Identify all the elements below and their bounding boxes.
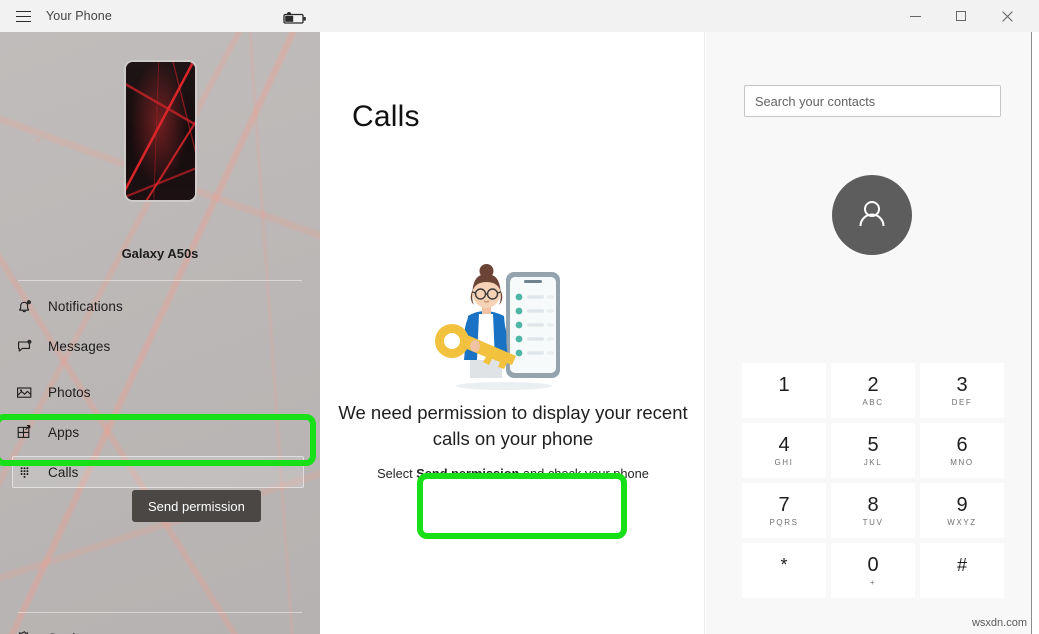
dialpad-digit: 4 <box>778 433 790 456</box>
window-controls <box>892 0 1030 32</box>
dialpad-digit: # <box>956 554 967 575</box>
window-right-padding <box>1032 32 1039 634</box>
sidebar-item-photos[interactable]: Photos <box>0 372 320 412</box>
dialpad-key-4[interactable]: 4 GHI <box>742 423 826 478</box>
dialpad-letters: MNO <box>950 457 974 467</box>
woman-with-key-and-phone-illustration <box>435 264 560 390</box>
dialpad-digit: 2 <box>867 373 879 396</box>
sidebar-item-messages[interactable]: Messages <box>0 326 320 366</box>
sidebar-item-label: Apps <box>48 424 80 440</box>
window-right-border <box>1031 32 1032 634</box>
sidebar-item-calls[interactable]: Calls <box>0 452 320 492</box>
avatar <box>832 175 912 255</box>
sidebar-item-label: Settings <box>48 631 98 634</box>
dialpad-key-hash[interactable]: # <box>920 543 1004 598</box>
sidebar-item-label: Notifications <box>48 298 123 314</box>
dialpad-key-7[interactable]: 7 PQRS <box>742 483 826 538</box>
dialpad-digit: * <box>780 554 788 575</box>
dialpad-digit: 6 <box>956 433 968 456</box>
send-permission-button[interactable]: Send permission <box>132 490 261 522</box>
sidebar-item-label: Messages <box>48 338 111 354</box>
dialpad-digit: 8 <box>867 493 879 516</box>
calls-main-panel: Calls We need permission to display your… <box>320 32 705 634</box>
permission-heading: We need permission to display your recen… <box>338 402 688 449</box>
dialpad-letters: + <box>869 577 877 587</box>
dialpad-key-1[interactable]: 1 <box>742 363 826 418</box>
hamburger-menu-icon[interactable] <box>0 0 46 32</box>
sidebar-item-label: Photos <box>48 384 91 400</box>
bell-icon <box>0 298 48 315</box>
search-contacts-box[interactable] <box>744 85 1001 117</box>
dialpad-key-2[interactable]: 2 ABC <box>831 363 915 418</box>
photo-icon <box>0 384 48 401</box>
permission-subtext-bold: Send permission <box>416 466 520 481</box>
sidebar-item-settings[interactable]: Settings <box>0 618 320 634</box>
your-phone-app-window: Your Phone Galaxy A50s Notifications Mes… <box>0 0 1039 634</box>
dialpad-digit: 5 <box>867 433 879 456</box>
dialpad-letters: TUV <box>862 517 884 527</box>
dialpad-key-5[interactable]: 5 JKL <box>831 423 915 478</box>
permission-subtext-prefix: Select <box>377 466 417 481</box>
dialpad-letters: ABC <box>862 397 884 407</box>
title-bar-left: Your Phone <box>0 0 320 32</box>
dialpad-key-9[interactable]: 9 WXYZ <box>920 483 1004 538</box>
dialpad-key-6[interactable]: 6 MNO <box>920 423 1004 478</box>
dialpad-letters: JKL <box>863 457 883 467</box>
dialpad-key-8[interactable]: 8 TUV <box>831 483 915 538</box>
device-name: Galaxy A50s <box>121 246 199 261</box>
maximize-button[interactable] <box>938 1 984 31</box>
gear-icon <box>0 630 48 634</box>
device-wallpaper <box>126 62 195 200</box>
dialpad-digit: 7 <box>778 493 790 516</box>
sidebar-item-label: Calls <box>48 464 79 480</box>
device-thumbnail <box>124 60 197 202</box>
permission-subtext: Select Send permission and check your ph… <box>338 466 688 481</box>
dialpad-key-3[interactable]: 3 DEF <box>920 363 1004 418</box>
search-input[interactable] <box>745 86 1000 116</box>
apps-grid-icon <box>0 424 48 441</box>
dialpad-letters: GHI <box>774 457 794 467</box>
person-icon <box>859 201 885 227</box>
close-button[interactable] <box>984 1 1030 31</box>
battery-charging-icon <box>283 12 306 24</box>
dialpad-digit: 0 <box>867 553 879 576</box>
sidebar-divider-bottom <box>18 612 302 613</box>
dialpad-key-0[interactable]: 0 + <box>831 543 915 598</box>
dialpad-key-star[interactable]: * <box>742 543 826 598</box>
dialpad-letters: PQRS <box>769 517 799 527</box>
page-title: Calls <box>352 100 420 133</box>
dialpad-digit: 9 <box>956 493 968 516</box>
contacts-panel: 1 2 ABC 3 DEF 4 GHI 5 JKL 6 MNO <box>706 32 1031 634</box>
sidebar: Galaxy A50s Notifications Messages Photo… <box>0 32 320 634</box>
dial-pad: 1 2 ABC 3 DEF 4 GHI 5 JKL 6 MNO 7 PQRS 8… <box>742 363 1004 598</box>
dialpad-letters: WXYZ <box>947 517 977 527</box>
dialpad-icon <box>0 464 48 481</box>
sidebar-item-apps[interactable]: Apps <box>0 412 320 452</box>
dialpad-letters: DEF <box>951 397 973 407</box>
minimize-button[interactable] <box>892 1 938 31</box>
sidebar-divider-top <box>18 280 302 281</box>
title-bar: Your Phone <box>0 0 1039 32</box>
permission-subtext-suffix: and check your phone <box>519 466 649 481</box>
dialpad-digit: 3 <box>956 373 968 396</box>
chat-icon <box>0 338 48 355</box>
dialpad-digit: 1 <box>778 373 790 396</box>
sidebar-item-notifications[interactable]: Notifications <box>0 286 320 326</box>
app-title: Your Phone <box>46 9 112 23</box>
watermark: wsxdn.com <box>971 617 1027 629</box>
